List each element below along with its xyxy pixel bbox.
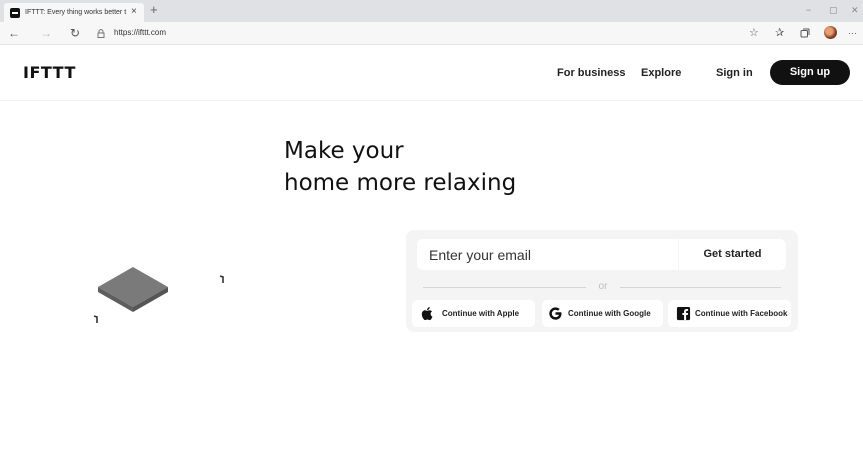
apple-button-label: Continue with Apple: [442, 309, 520, 318]
ifttt-logo[interactable]: IFTTT: [23, 64, 76, 82]
continue-with-apple-button[interactable]: Continue with Apple: [412, 300, 535, 327]
apple-icon: [421, 307, 433, 321]
more-menu-icon[interactable]: ···: [848, 25, 857, 41]
signup-card: Enter your email Get started or Continue…: [406, 230, 798, 332]
hero-title: Make your home more relaxing: [284, 135, 516, 199]
new-tab-button[interactable]: +: [150, 3, 158, 17]
hero-illustration: [93, 267, 224, 323]
email-placeholder: Enter your email: [429, 247, 531, 263]
close-window-icon[interactable]: ✕: [851, 4, 859, 16]
lock-icon: [97, 29, 105, 38]
tab-title: IFTTT: Every thing works better t: [25, 9, 127, 16]
or-divider: or: [423, 281, 781, 293]
facebook-button-label: Continue with Facebook: [695, 309, 788, 318]
site-header: IFTTT For business Explore Sign in Sign …: [0, 45, 863, 101]
continue-with-google-button[interactable]: Continue with Google: [542, 300, 663, 327]
favorite-star-icon[interactable]: ☆: [749, 25, 759, 41]
hero-title-line-2: home more relaxing: [284, 170, 517, 196]
minimize-icon[interactable]: −: [806, 4, 811, 16]
google-button-label: Continue with Google: [568, 309, 651, 318]
facebook-icon: [676, 306, 691, 321]
favorites-list-icon[interactable]: ✰: [775, 25, 784, 41]
sign-in-link[interactable]: Sign in: [716, 66, 753, 80]
divider-line-left: [423, 287, 586, 288]
browser-tab[interactable]: IFTTT: Every thing works better t ×: [4, 3, 144, 22]
back-arrow-icon[interactable]: ←: [8, 25, 20, 41]
address-bar-url[interactable]: https://ifttt.com: [114, 26, 166, 40]
refresh-icon[interactable]: ↻: [70, 25, 80, 41]
maximize-icon[interactable]: ▢: [829, 4, 838, 16]
tab-close-icon[interactable]: ×: [131, 5, 137, 19]
or-text: or: [598, 281, 608, 292]
get-started-button[interactable]: Get started: [679, 239, 786, 270]
profile-avatar[interactable]: [824, 26, 837, 39]
google-icon: [549, 307, 562, 320]
nav-for-business[interactable]: For business: [557, 66, 625, 80]
sign-up-button[interactable]: Sign up: [770, 60, 850, 85]
forward-arrow-icon[interactable]: →: [40, 25, 52, 41]
collections-icon[interactable]: [800, 28, 810, 38]
ifttt-favicon-icon: [10, 8, 20, 18]
email-input[interactable]: Enter your email: [417, 239, 678, 270]
browser-tab-strip: IFTTT: Every thing works better t × + − …: [0, 0, 863, 22]
nav-explore[interactable]: Explore: [641, 66, 681, 80]
browser-toolbar: ← → ↻ https://ifttt.com ☆ ✰ ···: [0, 22, 863, 45]
divider-line-right: [620, 287, 781, 288]
continue-with-facebook-button[interactable]: Continue with Facebook: [668, 300, 791, 327]
hero-title-line-1: Make your: [284, 138, 404, 164]
